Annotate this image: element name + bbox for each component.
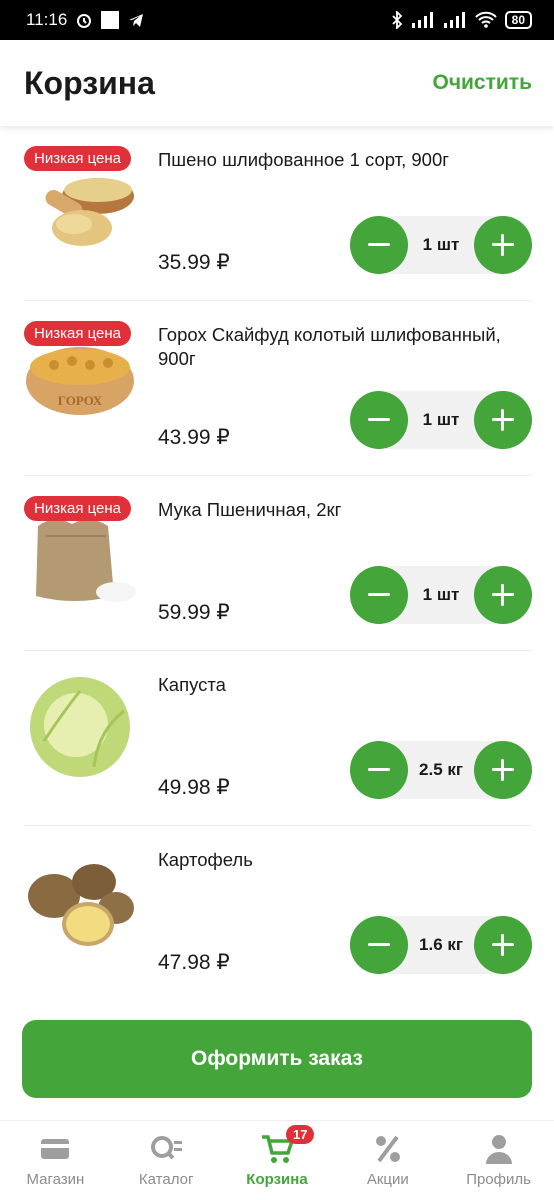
status-bar: 11:16 80 xyxy=(0,0,554,40)
low-price-badge: Низкая цена xyxy=(24,146,132,171)
minus-icon xyxy=(368,943,390,946)
low-price-badge: Низкая цена xyxy=(24,496,132,521)
cart-count-badge: 17 xyxy=(285,1125,315,1144)
checkout-button[interactable]: Оформить заказ xyxy=(22,1020,532,1098)
item-name: Мука Пшеничная, 2кг xyxy=(158,499,342,520)
quantity-value: 1 шт xyxy=(422,410,460,429)
increase-button[interactable] xyxy=(474,391,532,449)
decrease-button[interactable] xyxy=(350,216,408,274)
decrease-button[interactable] xyxy=(350,916,408,974)
quantity-value: 2.5 кг xyxy=(419,760,463,779)
nav-label: Акции xyxy=(366,1171,409,1188)
item-price: 43.99 ₽ xyxy=(158,426,230,449)
clear-cart-button[interactable]: Очистить xyxy=(432,71,532,95)
quantity-stepper: 1 шт xyxy=(350,216,532,274)
bottom-nav: Магазин Каталог 17 Корзина Акции Профиль xyxy=(0,1120,554,1200)
nav-label: Профиль xyxy=(466,1171,531,1188)
notification-icon xyxy=(101,11,120,29)
low-price-badge: Низкая цена xyxy=(24,321,132,346)
quantity-value: 1 шт xyxy=(422,585,460,604)
item-name: Картофель xyxy=(158,849,253,870)
nav-item-shop[interactable]: Магазин xyxy=(0,1133,110,1188)
nav-item-catalog[interactable]: Каталог xyxy=(111,1133,221,1188)
quantity-stepper: 1 шт xyxy=(350,391,532,449)
quantity-value: 1.6 кг xyxy=(419,935,463,954)
signal-icon-2 xyxy=(443,12,465,28)
decrease-button[interactable] xyxy=(350,391,408,449)
minus-icon xyxy=(368,418,390,421)
clock: 11:16 xyxy=(26,10,68,29)
cart-item: Картофель 47.98 ₽ 1.6 кг xyxy=(24,826,532,1000)
battery-icon: 80 xyxy=(504,11,532,29)
cart-list: Низкая цена Пшено шлифованное 1 сорт, 90… xyxy=(0,126,554,1000)
item-name: Пшено шлифованное 1 сорт, 900г xyxy=(158,149,449,170)
quantity-value: 1 шт xyxy=(422,235,460,254)
increase-button[interactable] xyxy=(474,566,532,624)
nav-label: Каталог xyxy=(138,1171,194,1188)
cart-item: Низкая цена Мука Пшеничная, 2кг 59.99 ₽ … xyxy=(24,476,532,651)
item-price: 59.99 ₽ xyxy=(158,601,230,624)
nav-item-profile[interactable]: Профиль xyxy=(444,1133,554,1188)
status-bar-right: 80 xyxy=(391,11,532,29)
signal-icon xyxy=(411,12,433,28)
cart-item: Низкая цена Пшено шлифованное 1 сорт, 90… xyxy=(24,126,532,301)
minus-icon xyxy=(368,768,390,771)
nav-label: Корзина xyxy=(246,1171,308,1188)
catalog-search-icon xyxy=(151,1136,183,1160)
item-price: 35.99 ₽ xyxy=(158,251,230,274)
item-price: 47.98 ₽ xyxy=(158,951,230,974)
wallet-icon xyxy=(41,1139,70,1159)
nav-item-promo[interactable]: Акции xyxy=(333,1133,443,1188)
nav-label: Магазин xyxy=(26,1171,85,1188)
quantity-stepper: 1.6 кг xyxy=(350,916,532,974)
cabbage-image xyxy=(30,677,130,777)
item-price: 49.98 ₽ xyxy=(158,776,230,799)
decrease-button[interactable] xyxy=(350,566,408,624)
cart-item: Капуста 49.98 ₽ 2.5 кг xyxy=(24,651,532,826)
image-label: ГОРОХ xyxy=(58,393,103,408)
minus-icon xyxy=(368,593,390,596)
nav-item-cart[interactable]: 17 Корзина xyxy=(222,1125,332,1188)
percent-icon xyxy=(375,1135,400,1163)
status-bar-left: 11:16 xyxy=(26,10,145,30)
item-name: Горох Скайфуд колотый шлифованный, 900г xyxy=(158,324,501,369)
decrease-button[interactable] xyxy=(350,741,408,799)
quantity-stepper: 1 шт xyxy=(350,566,532,624)
increase-button[interactable] xyxy=(473,741,532,799)
wifi-icon xyxy=(474,11,497,28)
page-title: Корзина xyxy=(24,64,155,101)
bluetooth-icon xyxy=(392,11,402,29)
potato-image xyxy=(28,864,134,946)
increase-button[interactable] xyxy=(474,216,532,274)
cart-item: ГОРОХ Низкая цена Горох Скайфуд колотый … xyxy=(24,301,532,476)
quantity-stepper: 2.5 кг xyxy=(350,741,532,799)
alarm-icon xyxy=(77,14,92,28)
profile-icon xyxy=(485,1135,512,1164)
item-name: Капуста xyxy=(158,674,226,695)
header: Корзина Очистить xyxy=(0,40,554,126)
minus-icon xyxy=(368,243,390,246)
telegram-icon xyxy=(129,14,144,27)
increase-button[interactable] xyxy=(473,916,532,974)
